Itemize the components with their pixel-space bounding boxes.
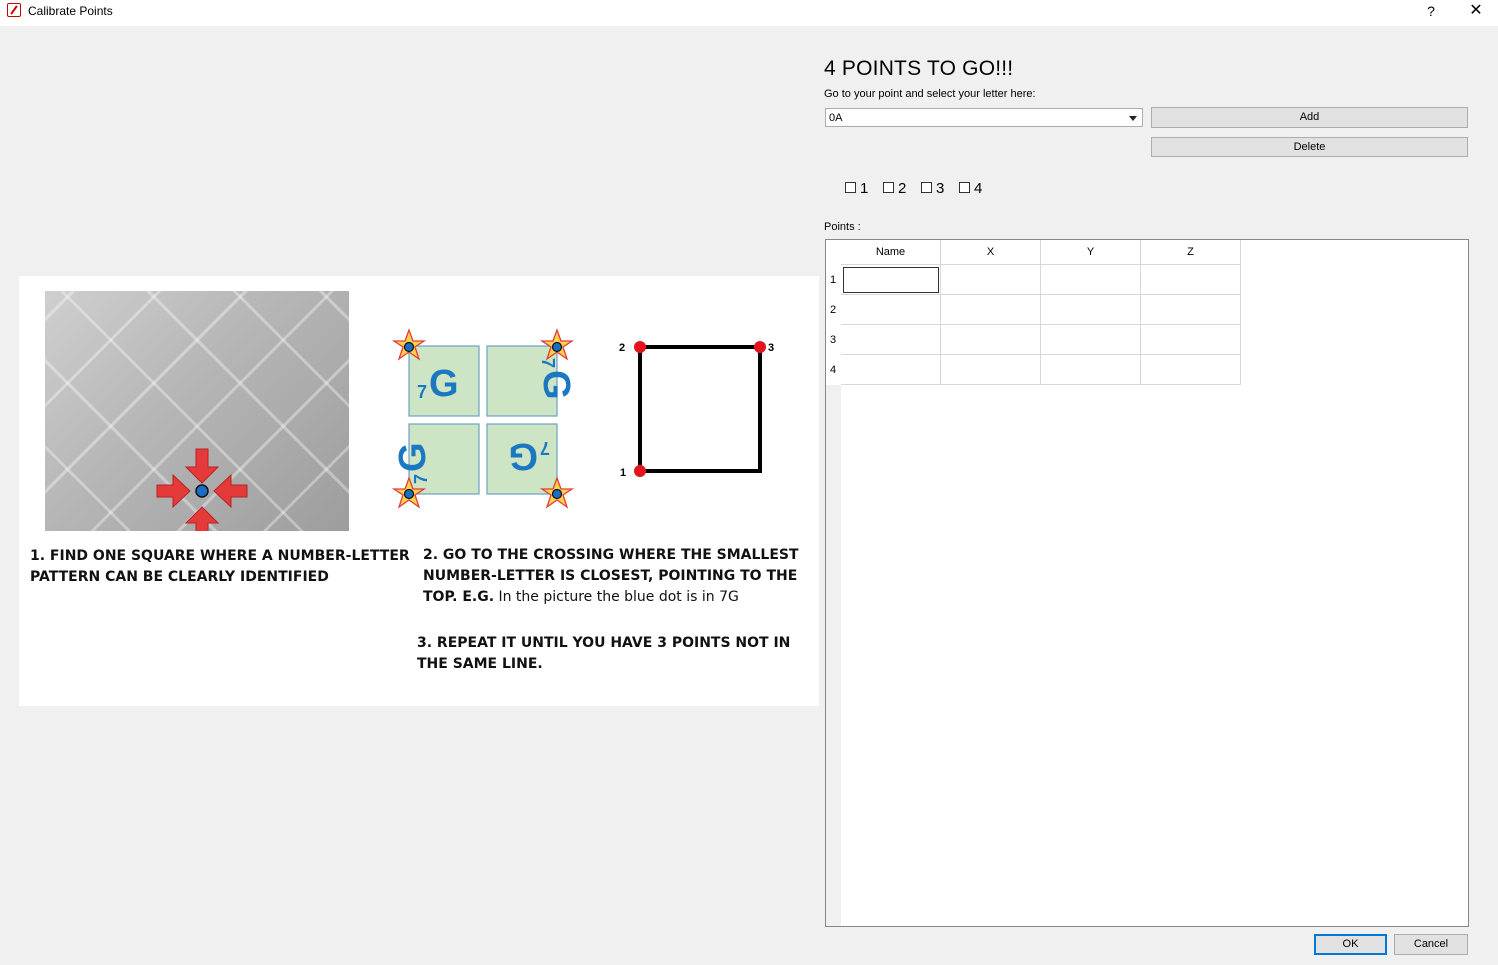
column-header-name[interactable]: Name bbox=[841, 240, 941, 265]
svg-text:G: G bbox=[429, 363, 459, 405]
svg-text:7: 7 bbox=[538, 358, 558, 368]
table-cell-name[interactable] bbox=[841, 324, 941, 355]
table-cell-name[interactable] bbox=[841, 264, 941, 295]
table-cell-y[interactable] bbox=[1040, 264, 1141, 295]
table-cell-y[interactable] bbox=[1040, 354, 1141, 385]
column-header-z[interactable]: Z bbox=[1140, 240, 1241, 265]
table-cell-x[interactable] bbox=[940, 264, 1041, 295]
instruction-step-2: 2. GO TO THE CROSSING WHERE THE SMALLEST… bbox=[423, 547, 799, 605]
table-cell-x[interactable] bbox=[940, 294, 1041, 325]
table-row: 2 bbox=[826, 294, 1241, 325]
delete-button[interactable]: Delete bbox=[1151, 137, 1468, 157]
svg-text:7: 7 bbox=[540, 438, 550, 458]
svg-text:7: 7 bbox=[417, 382, 427, 402]
add-button[interactable]: Add bbox=[1151, 107, 1468, 128]
app-icon bbox=[7, 3, 21, 17]
close-button[interactable]: ✕ bbox=[1454, 0, 1498, 22]
svg-text:G: G bbox=[508, 435, 538, 477]
row-header[interactable]: 2 bbox=[826, 294, 841, 325]
letter-select[interactable]: 0A bbox=[825, 108, 1143, 127]
checkbox-box[interactable] bbox=[883, 182, 894, 193]
table-cell-name[interactable] bbox=[841, 354, 941, 385]
column-header-x[interactable]: X bbox=[940, 240, 1041, 265]
svg-text:G: G bbox=[535, 370, 577, 400]
column-header-y[interactable]: Y bbox=[1040, 240, 1141, 265]
table-cell-name[interactable] bbox=[841, 294, 941, 325]
table-corner[interactable] bbox=[826, 240, 841, 265]
sample-photo bbox=[45, 291, 349, 531]
table-cell-z[interactable] bbox=[1140, 354, 1241, 385]
row-header[interactable]: 1 bbox=[826, 264, 841, 295]
table-cell-z[interactable] bbox=[1140, 324, 1241, 355]
ok-button[interactable]: OK bbox=[1314, 934, 1387, 955]
checkbox-label: 1 bbox=[860, 180, 869, 197]
checkbox-box[interactable] bbox=[845, 182, 856, 193]
checkbox-box[interactable] bbox=[921, 182, 932, 193]
table-row: 3 bbox=[826, 324, 1241, 355]
table-cell-x[interactable] bbox=[940, 324, 1041, 355]
table-row: 4 bbox=[826, 354, 1241, 385]
svg-text:G: G bbox=[392, 442, 434, 472]
table-cell-z[interactable] bbox=[1140, 294, 1241, 325]
chevron-down-icon bbox=[1129, 116, 1137, 121]
table-cell-y[interactable] bbox=[1040, 324, 1141, 355]
checkbox-label: 4 bbox=[974, 180, 983, 197]
title-bar: Calibrate Points ? ✕ bbox=[0, 0, 1498, 26]
table-row: 1 bbox=[826, 264, 1241, 295]
crosshair-arrows-icon bbox=[156, 448, 248, 531]
points-remaining-heading: 4 POINTS TO GO!!! bbox=[824, 57, 1014, 80]
checkbox-box[interactable] bbox=[959, 182, 970, 193]
checkbox-label: 3 bbox=[936, 180, 945, 197]
tile-crossings-illustration: 7 G 7 G 7 G 7 G bbox=[391, 328, 577, 509]
table-cell-y[interactable] bbox=[1040, 294, 1141, 325]
table-cell-x[interactable] bbox=[940, 354, 1041, 385]
checkbox-label: 2 bbox=[898, 180, 907, 197]
window-title: Calibrate Points bbox=[28, 4, 113, 18]
three-points-diagram: 2 3 1 bbox=[619, 341, 774, 479]
instruction-image: 7 G 7 G 7 G 7 G 2 3 1 1. FIND ONE SQUARE… bbox=[19, 276, 819, 706]
letter-select-value: 0A bbox=[829, 112, 843, 124]
points-table[interactable]: Name X Y Z 1 2 3 4 bbox=[825, 239, 1469, 927]
instruction-step-1: 1. FIND ONE SQUARE WHERE A NUMBER-LETTER… bbox=[30, 548, 410, 585]
row-header[interactable]: 4 bbox=[826, 354, 841, 385]
row-header[interactable]: 3 bbox=[826, 324, 841, 355]
svg-text:2: 2 bbox=[619, 342, 625, 354]
svg-text:3: 3 bbox=[768, 342, 774, 354]
instruction-step-3: 3. REPEAT IT UNTIL YOU HAVE 3 POINTS NOT… bbox=[417, 635, 791, 672]
svg-text:1: 1 bbox=[620, 467, 626, 479]
cancel-button[interactable]: Cancel bbox=[1394, 934, 1468, 955]
points-label: Points : bbox=[824, 221, 861, 233]
table-cell-z[interactable] bbox=[1140, 264, 1241, 295]
letter-prompt: Go to your point and select your letter … bbox=[824, 88, 1036, 100]
svg-text:7: 7 bbox=[411, 474, 431, 484]
help-button[interactable]: ? bbox=[1409, 0, 1453, 22]
